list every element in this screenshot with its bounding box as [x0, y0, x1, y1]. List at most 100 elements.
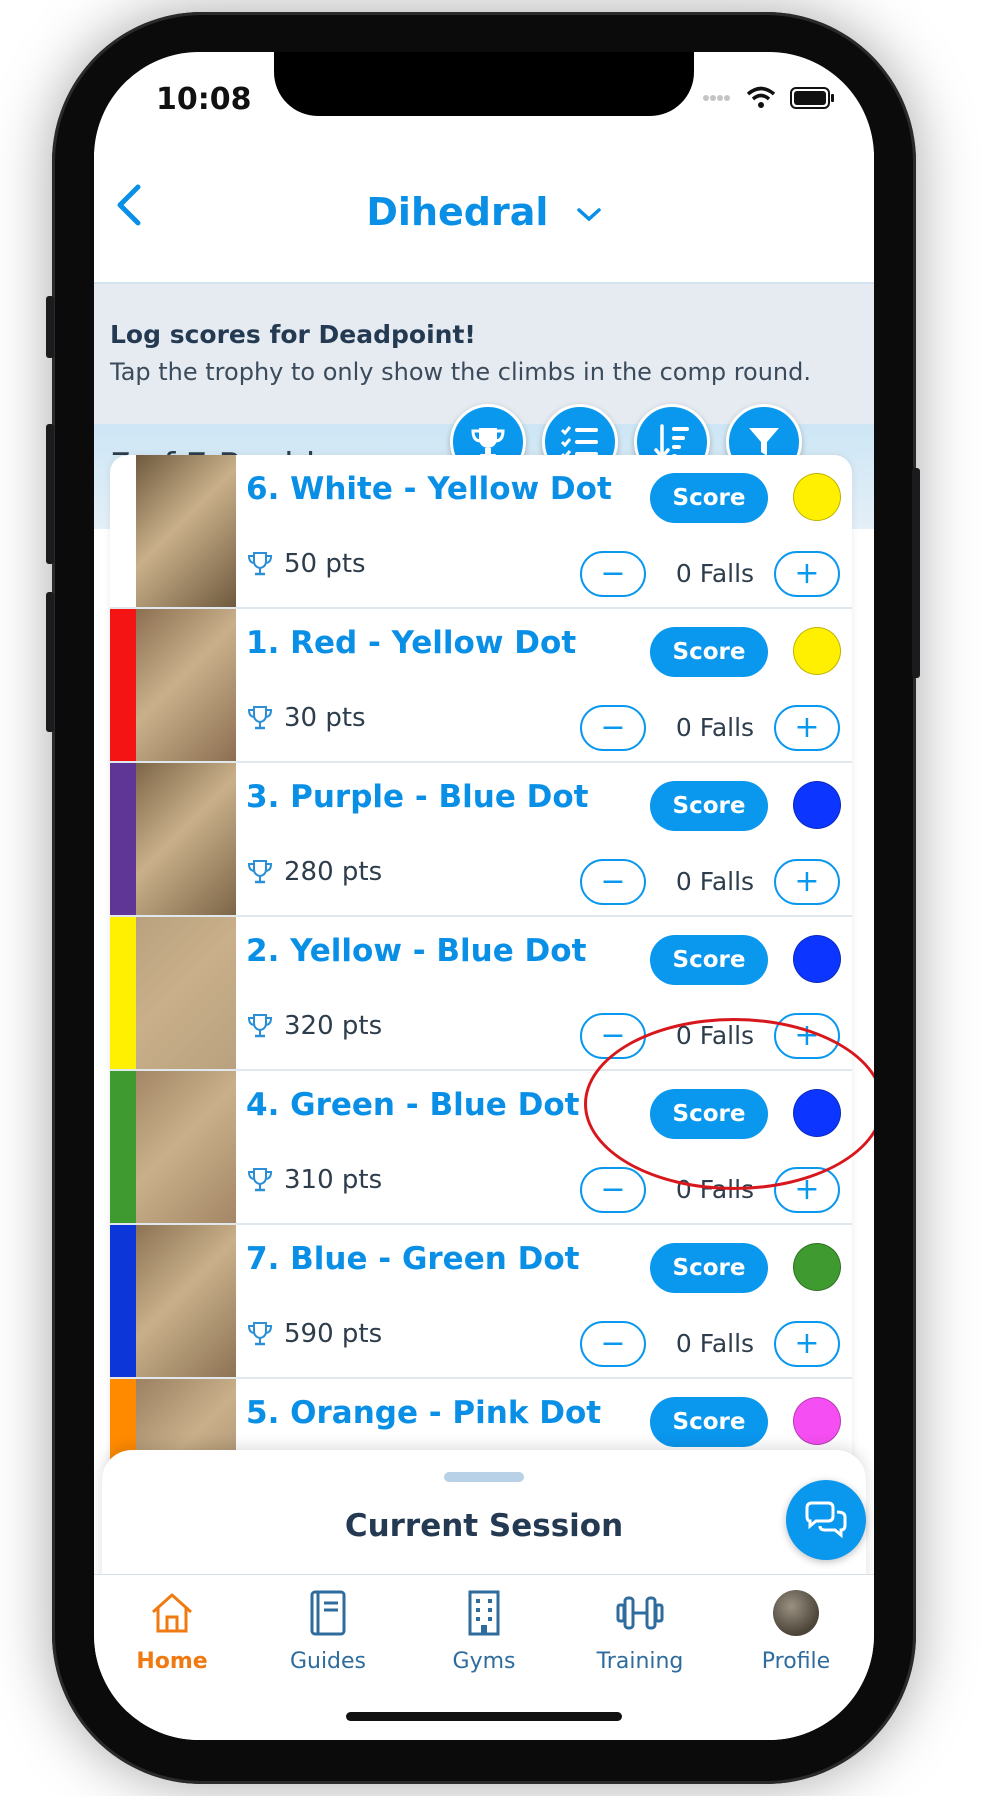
decrement-falls-button[interactable]: − — [580, 551, 646, 597]
mute-switch — [46, 296, 54, 358]
avatar — [773, 1590, 819, 1636]
score-button[interactable]: Score — [650, 627, 768, 677]
points: 30 pts — [246, 703, 366, 733]
chevron-down-icon — [576, 207, 601, 221]
session-title: Current Session — [344, 1508, 624, 1544]
trophy-outline-icon — [247, 1014, 273, 1038]
decrement-falls-button[interactable]: − — [580, 859, 646, 905]
climb-photo[interactable] — [136, 1225, 236, 1377]
falls-highlight-annotation — [584, 1018, 874, 1190]
increment-falls-button[interactable]: + — [774, 1321, 840, 1367]
tab-guides[interactable]: Guides — [250, 1585, 406, 1674]
dumbbell-icon — [616, 1596, 664, 1630]
points-value: 30 pts — [284, 703, 366, 733]
decrement-falls-button[interactable]: − — [580, 1321, 646, 1367]
status-time: 10:08 — [156, 82, 252, 117]
climb-name[interactable]: 1. Red - Yellow Dot — [246, 625, 576, 661]
climb-row[interactable]: 3. Purple - Blue Dot Score 280 pts −0 Falls… — [110, 763, 852, 917]
banner-subtext: Tap the trophy to only show the climbs i… — [110, 358, 812, 386]
climb-name[interactable]: 7. Blue - Green Dot — [246, 1241, 579, 1277]
notch — [274, 52, 694, 116]
grade-color-stripe — [110, 917, 136, 1069]
tab-label-gyms: Gyms — [452, 1649, 516, 1674]
tab-label-profile: Profile — [761, 1649, 831, 1674]
trophy-outline-icon — [247, 860, 273, 884]
tab-label-training: Training — [596, 1649, 684, 1674]
climb-photo[interactable] — [136, 455, 236, 607]
gym-selector[interactable]: Dihedral — [94, 190, 874, 234]
banner-heading: Log scores for Deadpoint! — [110, 320, 476, 349]
points-value: 50 pts — [284, 549, 366, 579]
hold-color-dot — [793, 935, 841, 983]
trophy-outline-icon — [247, 1322, 273, 1346]
climb-photo[interactable] — [136, 917, 236, 1069]
points: 280 pts — [246, 857, 382, 887]
tab-label-guides: Guides — [289, 1649, 367, 1674]
status-icons — [702, 86, 836, 110]
signal-icon — [703, 95, 730, 101]
hold-color-dot — [793, 627, 841, 675]
trophy-outline-icon — [247, 1168, 273, 1192]
climb-name[interactable]: 4. Green - Blue Dot — [246, 1087, 579, 1123]
volume-down-button — [46, 592, 54, 732]
climb-row[interactable]: 7. Blue - Green Dot Score 590 pts −0 Falls + — [110, 1225, 852, 1379]
hold-color-dot — [793, 473, 841, 521]
tab-gyms[interactable]: Gyms — [406, 1585, 562, 1674]
current-session-sheet[interactable]: Current Session — [102, 1450, 866, 1590]
nav-bar: Dihedral — [94, 152, 874, 284]
score-button[interactable]: Score — [650, 781, 768, 831]
increment-falls-button[interactable]: + — [774, 705, 840, 751]
climb-photo[interactable] — [136, 1071, 236, 1223]
climb-photo[interactable] — [136, 609, 236, 761]
tab-training[interactable]: Training — [562, 1585, 718, 1674]
increment-falls-button[interactable]: + — [774, 859, 840, 905]
climb-name[interactable]: 2. Yellow - Blue Dot — [246, 933, 586, 969]
tab-home[interactable]: Home — [94, 1585, 250, 1674]
grade-color-stripe — [110, 455, 136, 607]
score-button[interactable]: Score — [650, 1397, 768, 1447]
battery-icon — [790, 87, 834, 109]
increment-falls-button[interactable]: + — [774, 551, 840, 597]
climb-photo[interactable] — [136, 763, 236, 915]
falls-count: 0 Falls — [675, 1329, 755, 1358]
climb-row[interactable]: 6. White - Yellow Dot Score 50 pts −0 Falls… — [110, 455, 852, 609]
decrement-falls-button[interactable]: − — [580, 705, 646, 751]
page-title: Dihedral — [366, 190, 549, 234]
sheet-handle[interactable] — [444, 1472, 524, 1482]
wifi-icon — [746, 86, 776, 108]
grade-color-stripe — [110, 1071, 136, 1223]
climb-name[interactable]: 3. Purple - Blue Dot — [246, 779, 589, 815]
trophy-outline-icon — [247, 552, 273, 576]
points-value: 280 pts — [284, 857, 383, 887]
hold-color-dot — [793, 1243, 841, 1291]
home-indicator[interactable] — [346, 1712, 622, 1721]
climb-row[interactable]: 1. Red - Yellow Dot Score 30 pts −0 Falls + — [110, 609, 852, 763]
score-button[interactable]: Score — [650, 473, 768, 523]
chat-icon — [805, 1501, 847, 1539]
home-icon — [151, 1593, 193, 1633]
decrement-falls-button[interactable]: − — [580, 1167, 646, 1213]
climb-name[interactable]: 5. Orange - Pink Dot — [246, 1395, 601, 1431]
chat-button[interactable] — [786, 1480, 866, 1560]
falls-count: 0 Falls — [675, 713, 755, 742]
points: 50 pts — [246, 549, 366, 579]
building-icon — [468, 1590, 500, 1636]
score-button[interactable]: Score — [650, 1243, 768, 1293]
points-value: 310 pts — [284, 1165, 383, 1195]
climb-name[interactable]: 6. White - Yellow Dot — [246, 471, 612, 507]
points-value: 590 pts — [284, 1319, 383, 1349]
tab-profile[interactable]: Profile — [718, 1585, 874, 1674]
trophy-outline-icon — [247, 706, 273, 730]
info-banner: Log scores for Deadpoint! Tap the trophy… — [94, 284, 874, 424]
book-icon — [310, 1590, 346, 1636]
points: 310 pts — [246, 1165, 382, 1195]
grade-color-stripe — [110, 609, 136, 761]
score-button[interactable]: Score — [650, 935, 768, 985]
grade-color-stripe — [110, 1225, 136, 1377]
hold-color-dot — [793, 781, 841, 829]
climb-list: 6. White - Yellow Dot Score 50 pts −0 Falls… — [110, 455, 852, 1515]
falls-count: 0 Falls — [675, 867, 755, 896]
power-button — [912, 468, 920, 678]
points-value: 320 pts — [284, 1011, 383, 1041]
falls-count: 0 Falls — [675, 559, 755, 588]
